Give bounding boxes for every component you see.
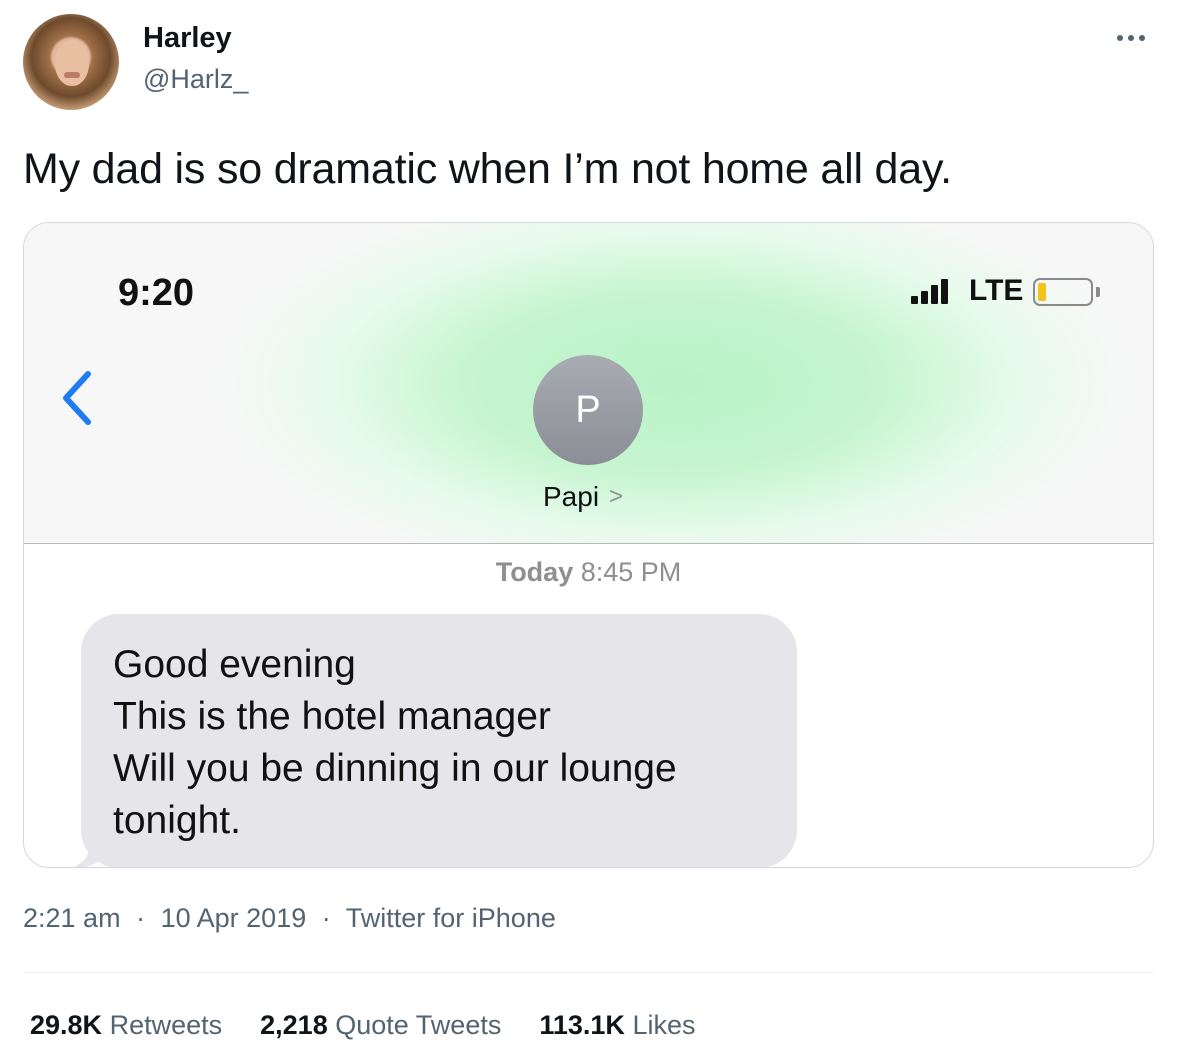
message-line: Good evening xyxy=(113,643,356,686)
contact-name-button[interactable]: Papi > xyxy=(543,481,623,513)
battery-level xyxy=(1038,283,1046,301)
contact-avatar[interactable]: P xyxy=(533,355,643,465)
author-handle[interactable]: @Harlz_ xyxy=(143,64,248,95)
avatar-lips xyxy=(64,72,80,78)
retweets-link[interactable]: 29.8K Retweets xyxy=(30,1010,222,1041)
meta-separator: · xyxy=(321,903,331,933)
retweets-label: Retweets xyxy=(109,1010,223,1040)
meta-separator: · xyxy=(136,903,146,933)
tweet-time-link[interactable]: 2:21 am xyxy=(23,903,121,933)
network-label: LTE xyxy=(969,274,1024,307)
message-bubble[interactable]: Good evening This is the hotel manager W… xyxy=(81,614,797,867)
retweets-count: 29.8K xyxy=(30,1010,103,1040)
tweet-meta: 2:21 am · 10 Apr 2019 · Twitter for iPho… xyxy=(23,903,556,934)
author-avatar[interactable] xyxy=(23,14,119,110)
more-dot xyxy=(1117,35,1123,41)
status-bar-time: 9:20 xyxy=(118,272,195,314)
more-dot xyxy=(1128,35,1134,41)
more-options-icon[interactable] xyxy=(1117,28,1153,48)
avatar-face xyxy=(55,40,89,86)
contact-name: Papi xyxy=(543,481,600,512)
quote-tweets-label: Quote Tweets xyxy=(335,1010,502,1040)
quote-tweets-count: 2,218 xyxy=(260,1010,328,1040)
message-line: Will you be dinning in our lounge xyxy=(113,747,677,790)
imessage-header: 9:20 LTE P Papi > xyxy=(24,223,1153,544)
battery-icon xyxy=(1033,278,1093,306)
tweet-stats: 29.8K Retweets 2,218 Quote Tweets 113.1K… xyxy=(30,1010,695,1041)
quote-tweets-link[interactable]: 2,218 Quote Tweets xyxy=(260,1010,501,1041)
tweet-date-link[interactable]: 10 Apr 2019 xyxy=(161,903,307,933)
battery-tip xyxy=(1096,287,1100,297)
likes-link[interactable]: 113.1K Likes xyxy=(539,1010,695,1041)
likes-count: 113.1K xyxy=(539,1010,625,1040)
timestamp-day: Today xyxy=(495,557,574,587)
tweet-source-link[interactable]: Twitter for iPhone xyxy=(346,903,556,933)
author-display-name[interactable]: Harley xyxy=(143,22,232,55)
message-line: This is the hotel manager xyxy=(113,695,551,738)
message-line: tonight. xyxy=(113,799,241,842)
tweet-text: My dad is so dramatic when I’m not home … xyxy=(23,145,952,193)
likes-label: Likes xyxy=(632,1010,696,1040)
chevron-left-icon[interactable] xyxy=(58,368,98,428)
signal-strength-icon xyxy=(911,279,948,304)
timestamp-time: 8:45 PM xyxy=(580,557,682,587)
divider xyxy=(23,972,1154,973)
tweet-media-image[interactable]: 9:20 LTE P Papi > Today 8:45 PM Good eve… xyxy=(23,222,1154,868)
more-dot xyxy=(1139,35,1145,41)
message-timestamp: Today 8:45 PM xyxy=(24,557,1153,588)
chevron-right-icon: > xyxy=(609,483,624,510)
